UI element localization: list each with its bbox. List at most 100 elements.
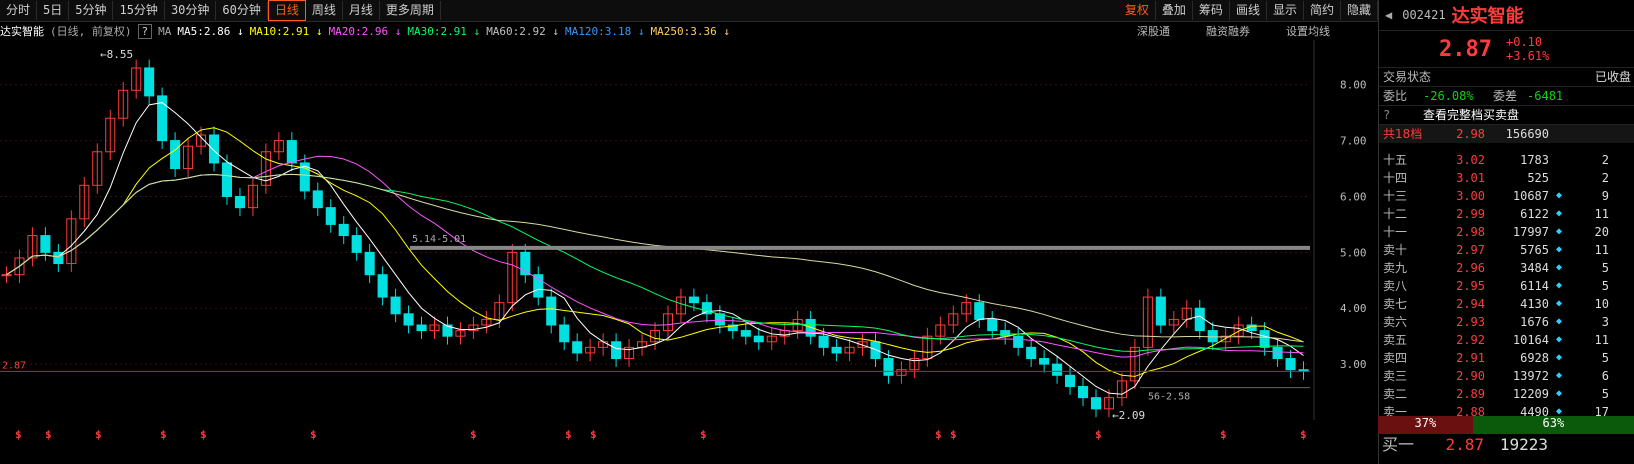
candle-body: [1013, 335, 1024, 348]
full-book-button[interactable]: 查看完整档买卖盘: [1423, 106, 1519, 124]
buy-sell-ratio-bar: 37% 63%: [1378, 416, 1634, 434]
ask-level: 卖三: [1383, 369, 1408, 383]
ask-row: 十五 3.02 1783 2: [1379, 151, 1634, 169]
ask-count: 2: [1601, 153, 1609, 167]
toolbar-action-3[interactable]: 画线: [1230, 1, 1267, 20]
candle-body: [559, 324, 570, 343]
ask-count: 5: [1601, 261, 1609, 275]
period-tab-7[interactable]: 周线: [306, 1, 343, 20]
ma-value-2: MA20:2.96 ↓: [328, 24, 402, 38]
candle-body: [416, 324, 427, 332]
ask-count: 20: [1594, 225, 1609, 239]
candle-body: [1077, 385, 1089, 399]
period-tab-5[interactable]: 60分钟: [216, 1, 268, 20]
ask-level: 十四: [1383, 171, 1408, 185]
candle-body: [208, 134, 220, 164]
candle-body: [1039, 358, 1050, 365]
toolbar-action-1[interactable]: 叠加: [1156, 1, 1193, 20]
stock-name-label: 达实智能: [0, 25, 44, 38]
last-price: 2.87: [1439, 36, 1492, 62]
period-tab-4[interactable]: 30分钟: [165, 1, 217, 20]
candle-body: [987, 318, 998, 332]
candlestick-chart[interactable]: 8.00 7.00 6.00 5.00 4.00 3.00 2.87 5.14-5.01 56-…: [0, 40, 1378, 464]
y-tick-label: 3.00: [1340, 358, 1367, 371]
y-tick-label: 6.00: [1340, 190, 1367, 203]
ask-level: 十三: [1383, 189, 1408, 203]
ask-volume: 4130: [1520, 297, 1549, 311]
period-tab-6[interactable]: 日线: [267, 0, 306, 21]
candle-body: [1065, 374, 1076, 387]
toolbar-action-0[interactable]: 复权: [1119, 1, 1156, 20]
candle-body: [325, 207, 336, 225]
candle-body: [403, 313, 414, 326]
ask-count: 6: [1601, 369, 1609, 383]
period-tab-9[interactable]: 更多周期: [380, 1, 441, 20]
bid1-volume: 19223: [1499, 435, 1548, 454]
toolbar-action-5[interactable]: 简约: [1304, 1, 1341, 20]
candle-body: [974, 302, 985, 320]
ask-marker: ◆: [1555, 190, 1563, 201]
period-tab-2[interactable]: 5分钟: [69, 1, 114, 20]
candle-body: [1, 274, 12, 277]
ask-marker: ◆: [1555, 280, 1563, 291]
period-tab-1[interactable]: 5日: [37, 1, 70, 20]
ask-row: 十二 2.99 6122 ◆ 11: [1379, 205, 1634, 223]
help-icon[interactable]: ?: [137, 23, 153, 39]
candle-body: [312, 190, 323, 209]
candle-body: [546, 296, 557, 326]
candle-body: [351, 235, 362, 253]
ask-level: 卖十: [1383, 243, 1408, 257]
ask-price: 2.91: [1456, 351, 1485, 365]
y-tick-label: 8.00: [1340, 79, 1367, 92]
candle-body: [1000, 330, 1011, 337]
price-block: 2.87 +0.10 +3.61%: [1379, 31, 1634, 68]
toolbar-right: 复权 叠加 筹码 画线 显示 简约 隐藏: [1119, 1, 1378, 20]
ask-row: 十一 2.98 17997 ◆ 20: [1379, 223, 1634, 241]
ask-row: 卖六 2.93 1676 ◆ 3: [1379, 313, 1634, 331]
event-marker: $: [1300, 428, 1307, 441]
ask-level: 卖六: [1383, 315, 1408, 329]
info-link-1[interactable]: 融资融券: [1206, 23, 1250, 39]
toolbar-action-4[interactable]: 显示: [1267, 1, 1304, 20]
event-marker: $: [1220, 428, 1227, 441]
ask-volume: 1783: [1520, 153, 1549, 167]
event-marker: $: [200, 428, 207, 441]
candle-body: [364, 251, 375, 276]
candle-body: [1285, 358, 1296, 371]
ask-volume: 6122: [1520, 207, 1549, 221]
ask-count: 5: [1601, 351, 1609, 365]
ask-marker: ◆: [1555, 226, 1563, 237]
toolbar-action-6[interactable]: 隐藏: [1341, 1, 1378, 20]
info-link-2[interactable]: 设置均线: [1286, 23, 1330, 39]
info-link-0[interactable]: 深股通: [1137, 23, 1170, 39]
ask-price: 2.92: [1456, 333, 1485, 347]
candle-body: [40, 235, 51, 253]
ask-marker: ◆: [1555, 262, 1563, 273]
candle-body: [221, 162, 233, 197]
candle-body: [1207, 330, 1218, 343]
ask-price: 2.96: [1456, 261, 1485, 275]
y-tick-label: 7.00: [1340, 135, 1367, 148]
ask-marker: ◆: [1555, 370, 1563, 381]
ma-label: MA: [158, 24, 172, 38]
collapse-icon[interactable]: ◀: [1385, 8, 1392, 22]
ask-price: 2.90: [1456, 369, 1485, 383]
ask-count: 11: [1594, 333, 1609, 347]
ask-price: 3.01: [1456, 171, 1485, 185]
ask-level: 卖九: [1383, 261, 1408, 275]
period-tab-3[interactable]: 15分钟: [113, 1, 165, 20]
candle-body: [1052, 363, 1063, 376]
change-percent: +3.61%: [1505, 49, 1550, 63]
period-tab-8[interactable]: 月线: [343, 1, 380, 20]
candle-body: [286, 140, 297, 164]
ask-price: 2.95: [1456, 279, 1485, 293]
ask-count: 5: [1601, 387, 1609, 401]
candle-body: [805, 318, 816, 337]
toolbar-action-2[interactable]: 筹码: [1193, 1, 1230, 20]
period-tab-0[interactable]: 分时: [0, 1, 38, 20]
candle-body: [234, 195, 245, 209]
info-icon: ?: [1383, 108, 1391, 122]
ratio-label: 委比: [1383, 89, 1408, 103]
candle-body: [377, 274, 388, 298]
ask-row: 卖九 2.96 3484 ◆ 5: [1379, 259, 1634, 277]
